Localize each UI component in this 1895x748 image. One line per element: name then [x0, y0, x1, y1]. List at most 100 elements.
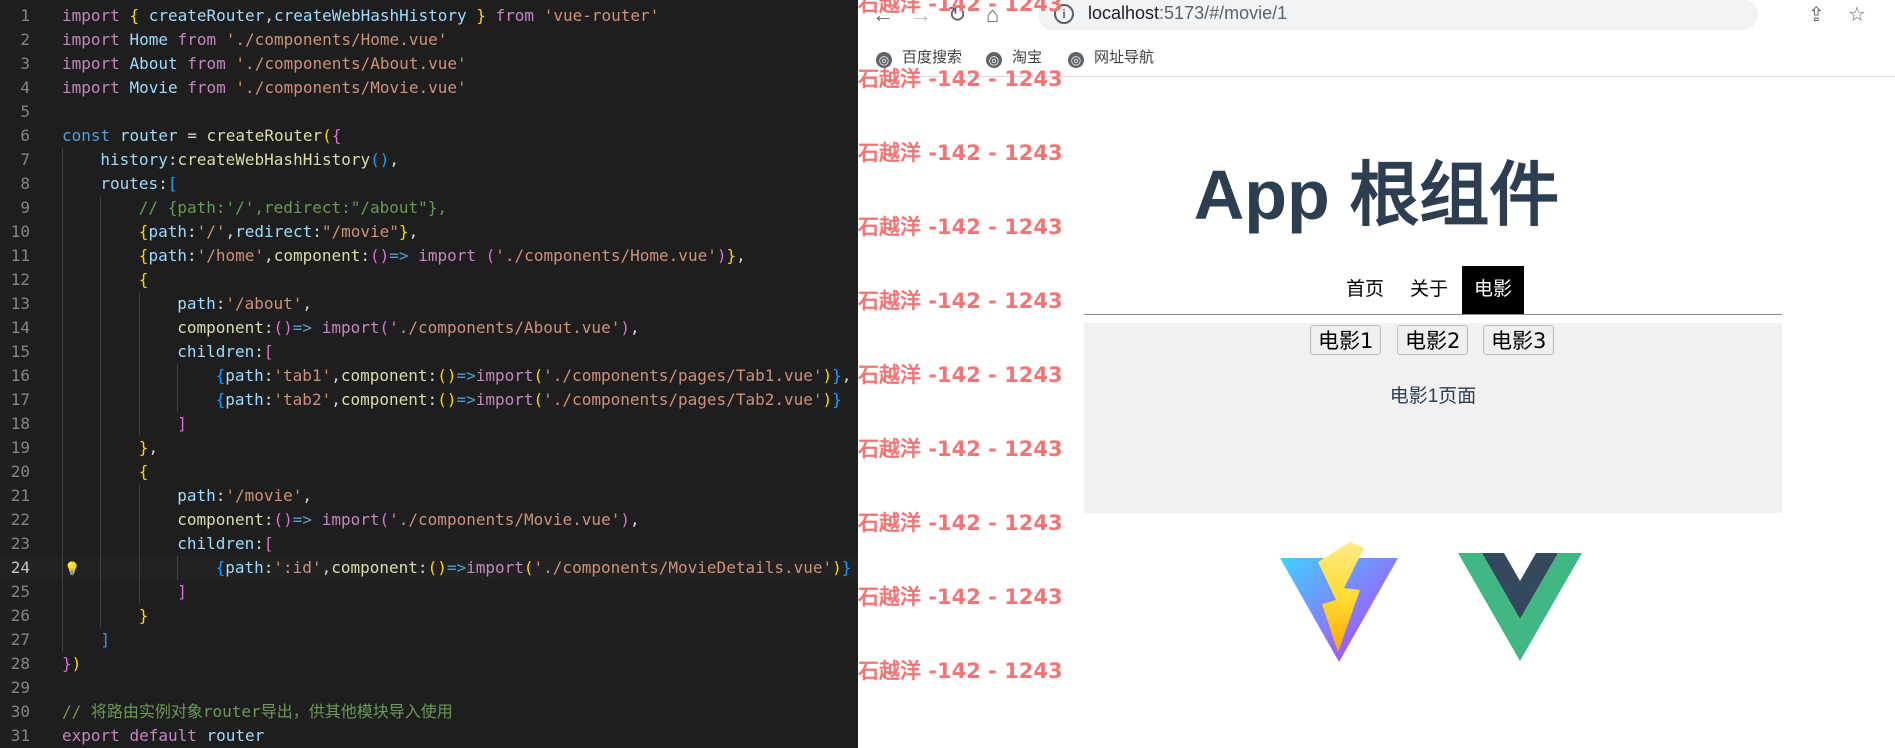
address-bar[interactable]: i localhost:5173/#/movie/1 [1038, 0, 1758, 30]
indent-guide [100, 484, 102, 508]
code-token: '/about' [225, 294, 303, 313]
code-token: [ [263, 534, 274, 553]
code-line[interactable]: 17 {path:'tab2',component:()=>import('./c… [0, 388, 858, 412]
code-line[interactable]: 15 children:[ [0, 340, 858, 364]
code-line[interactable]: 27] [0, 628, 858, 652]
indent-guide [62, 580, 63, 604]
code-line[interactable]: 30 // 将路由实例对象router导出，供其他模块导入使用 [0, 700, 858, 724]
code-line[interactable]: 8 routes:[ [0, 172, 858, 196]
code-token: ) [822, 390, 833, 409]
share-icon[interactable]: ⇪ [1808, 2, 1825, 28]
code-line[interactable]: 23 children:[ [0, 532, 858, 556]
code-line[interactable]: 16 {path:'tab1',component:()=>import('./c… [0, 364, 858, 388]
line-number: 14 [10, 318, 30, 337]
line-number: 15 [10, 342, 30, 361]
code-line[interactable]: 18] [0, 412, 858, 436]
code-text: component:()=> import('./components/Abou… [177, 316, 639, 340]
url-text[interactable]: localhost:5173/#/movie/1 [1088, 3, 1287, 24]
code-token: component [331, 558, 418, 577]
bookmark-nav[interactable]: ◎ 网址导航 [1068, 46, 1154, 68]
code-line[interactable]: 31 export default router [0, 724, 858, 748]
code-line[interactable]: 7 history:createWebHashHistory(), [0, 148, 858, 172]
lightbulb-icon[interactable]: 💡 [64, 558, 80, 582]
code-token: , [264, 246, 274, 265]
code-line[interactable]: 20 { [0, 460, 858, 484]
line-number: 4 [20, 78, 30, 97]
code-line[interactable]: 4 import Movie from './components/Movie.v… [0, 76, 858, 100]
code-token: Home [129, 30, 168, 49]
code-line[interactable]: 10 {path:'/',redirect:"/movie"}, [0, 220, 858, 244]
code-line[interactable]: 21 path:'/movie', [0, 484, 858, 508]
code-token: ( [533, 366, 544, 385]
code-token: path [177, 294, 216, 313]
code-token: , [408, 222, 419, 241]
code-line[interactable]: 14 component:()=> import('./components/Ab… [0, 316, 858, 340]
indent-guide [62, 460, 63, 484]
indent-guide [62, 556, 63, 580]
code-token: ) [71, 654, 82, 673]
code-token: : [215, 294, 226, 313]
code-token: , [629, 318, 640, 337]
nav-movie[interactable]: 电影 [1462, 266, 1525, 314]
code-line[interactable]: 3 import About from './components/About.v… [0, 52, 858, 76]
indent-guide [100, 292, 102, 316]
code-line[interactable]: 28}) [0, 652, 858, 676]
code-line[interactable]: 22 component:()=> import('./components/Mo… [0, 508, 858, 532]
code-text: // {path:'/',redirect:"/about"}, [139, 196, 447, 220]
code-line[interactable]: 26} [0, 604, 858, 628]
nav-home[interactable]: 首页 [1334, 266, 1396, 314]
code-line[interactable]: 29 [0, 676, 858, 700]
indent-guide [62, 196, 63, 220]
code-token: './components/Home.vue' [495, 246, 717, 265]
code-text: } [139, 604, 149, 628]
code-token: import [62, 30, 120, 49]
code-editor[interactable]: 1 import { createRouter,createWebHashHist… [0, 0, 858, 748]
code-token: , [736, 246, 746, 265]
movie2-button[interactable]: 电影2 [1397, 325, 1469, 355]
code-line[interactable]: 11 {path:'/home',component:()=> import ('… [0, 244, 858, 268]
indent-guide [62, 172, 63, 196]
code-line[interactable]: 2 import Home from './components/Home.vue… [0, 28, 858, 52]
code-token: { [215, 390, 226, 409]
code-line[interactable]: 12 { [0, 268, 858, 292]
code-token: { [138, 222, 149, 241]
indent-guide [62, 340, 63, 364]
indent-guide [100, 316, 102, 340]
code-text: {path:':id',component:()=>import('./comp… [216, 556, 852, 580]
movie-panel: 电影1 电影2 电影3 电影1页面 [1084, 323, 1782, 513]
vue-logo-icon [1458, 553, 1582, 661]
code-line[interactable]: 5 [0, 100, 858, 124]
indent-guide [100, 412, 102, 436]
code-text: path:'/movie', [177, 484, 312, 508]
bookmark-star-icon[interactable]: ☆ [1848, 2, 1866, 28]
code-token: './components/About.vue' [389, 318, 621, 337]
code-token: : [312, 222, 322, 241]
code-token: : [427, 390, 438, 409]
watermark: 石越洋 -142 - 1243 [858, 0, 1063, 16]
code-text: import About from './components/About.vu… [62, 52, 467, 76]
nav-about[interactable]: 关于 [1398, 266, 1460, 314]
code-token: path [225, 366, 264, 385]
code-line[interactable]: 19}, [0, 436, 858, 460]
code-line[interactable]: 6 const router = createRouter({ [0, 124, 858, 148]
code-line[interactable]: 1 import { createRouter,createWebHashHist… [0, 4, 858, 28]
movie3-button[interactable]: 电影3 [1483, 325, 1555, 355]
code-line[interactable]: 13 path:'/about', [0, 292, 858, 316]
code-line[interactable]: 24 {path:':id',component:()=>import('./co… [0, 556, 858, 580]
code-token: './components/pages/Tab2.vue' [543, 390, 823, 409]
main-nav: 首页 关于 电影 [1084, 262, 1782, 315]
code-token: import [62, 54, 120, 73]
code-token: ':id' [273, 558, 322, 577]
code-line[interactable]: 25] [0, 580, 858, 604]
indent-guide [100, 340, 102, 364]
code-line[interactable]: 9 // {path:'/',redirect:"/about"}, [0, 196, 858, 220]
indent-guide [138, 508, 140, 532]
movie1-button[interactable]: 电影1 [1310, 325, 1382, 355]
indent-guide [177, 388, 179, 412]
